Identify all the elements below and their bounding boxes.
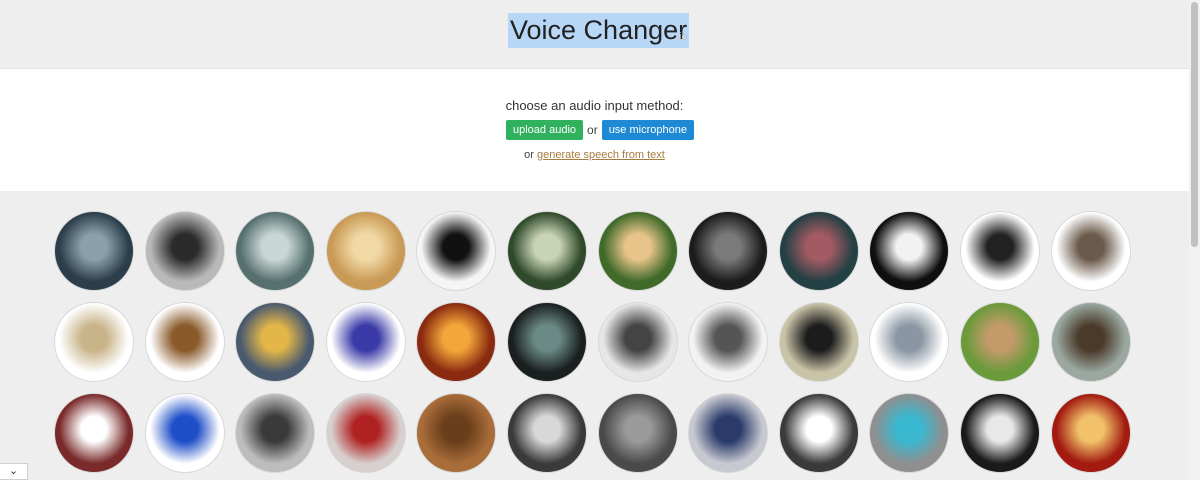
use-microphone-button[interactable]: use microphone <box>601 120 694 140</box>
kid-robot-voice-icon[interactable] <box>960 393 1040 473</box>
turtle-voice-icon[interactable] <box>1051 302 1131 382</box>
alien-voice-icon[interactable] <box>507 211 587 291</box>
collapse-toggle[interactable]: ⌄ <box>0 463 28 480</box>
dark-lord-voice-icon[interactable] <box>598 393 678 473</box>
scrollbar[interactable] <box>1189 0 1200 480</box>
snail-voice-icon[interactable] <box>960 302 1040 382</box>
sine-wave-voice-icon[interactable] <box>326 302 406 382</box>
gir-voice-icon[interactable] <box>869 393 949 473</box>
chevron-down-icon: ⌄ <box>8 465 19 477</box>
site-header: Voice Changer .io <box>0 0 1189 69</box>
white-robot-voice-icon[interactable] <box>688 302 768 382</box>
sonic-voice-icon[interactable] <box>145 393 225 473</box>
lego-robot-voice-icon[interactable] <box>869 302 949 382</box>
cards-voice-icon[interactable] <box>326 393 406 473</box>
effects-pedal-voice-icon[interactable] <box>235 302 315 382</box>
telephone-voice-icon[interactable] <box>416 211 496 291</box>
cyborg-voice-icon[interactable] <box>779 211 859 291</box>
ghost-voice-icon[interactable] <box>235 211 315 291</box>
upload-audio-button[interactable]: upload audio <box>506 120 584 140</box>
wooden-radio-voice-icon[interactable] <box>416 393 496 473</box>
input-buttons-row: upload audio or use microphone <box>506 120 694 140</box>
speech-option-row: or generate speech from text <box>0 149 1189 161</box>
inventor-voice-icon[interactable] <box>507 393 587 473</box>
grey-alien-voice-icon[interactable] <box>688 211 768 291</box>
site-title-suffix: .io <box>676 31 688 43</box>
or-separator: or <box>587 123 598 137</box>
fire-eye-voice-icon[interactable] <box>416 302 496 382</box>
demon-voice-icon[interactable] <box>1051 393 1131 473</box>
melting-clock-voice-icon[interactable] <box>598 211 678 291</box>
input-method-prompt: choose an audio input method: <box>505 98 684 113</box>
cymbal-voice-icon[interactable] <box>54 302 134 382</box>
soldier-voice-icon[interactable] <box>235 393 315 473</box>
toy-robot-voice-icon[interactable] <box>779 302 859 382</box>
audio-input-section: choose an audio input method: upload aud… <box>0 69 1189 191</box>
anonymous-voice-icon[interactable] <box>869 211 949 291</box>
reverse-clock-voice-icon[interactable] <box>960 211 1040 291</box>
speech-prefix: or <box>524 149 534 161</box>
dalek-voice-icon[interactable] <box>145 302 225 382</box>
radio-voice-icon[interactable] <box>1051 211 1131 291</box>
scrollbar-thumb[interactable] <box>1191 2 1198 247</box>
monster-voice-icon[interactable] <box>54 211 134 291</box>
ushanka-voice-icon[interactable] <box>688 393 768 473</box>
cave-voice-icon[interactable] <box>507 302 587 382</box>
generate-speech-link[interactable]: generate speech from text <box>537 149 665 161</box>
robot-eye-voice-icon[interactable] <box>598 302 678 382</box>
runner-voice-icon[interactable] <box>54 393 134 473</box>
wtf-meme-voice-icon[interactable] <box>779 393 859 473</box>
gramophone-voice-icon[interactable] <box>145 211 225 291</box>
church-voice-icon[interactable] <box>326 211 406 291</box>
site-title[interactable]: Voice Changer <box>508 13 690 48</box>
